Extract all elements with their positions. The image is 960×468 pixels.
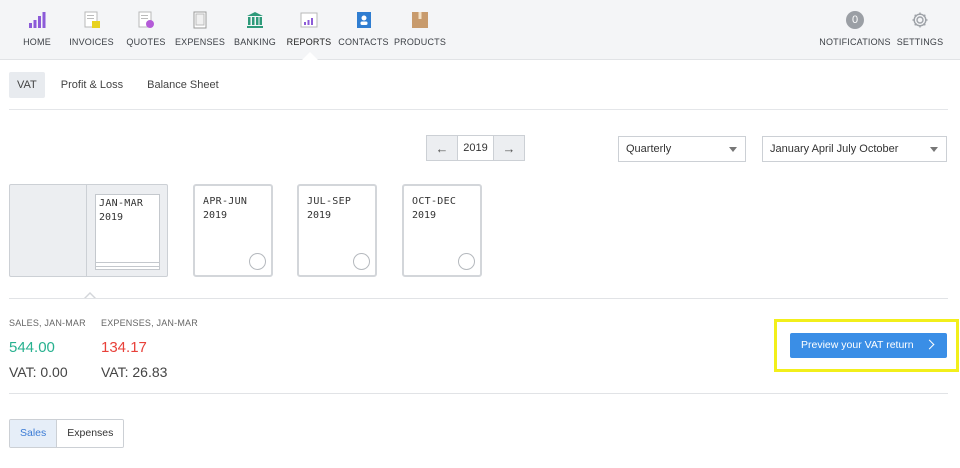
quarter-card-oct-dec[interactable]: OCT-DEC 2019 <box>402 184 482 277</box>
nav-quotes-label: QUOTES <box>126 37 166 47</box>
notifications-button[interactable]: 0 NOTIFICATIONS <box>819 0 891 60</box>
sales-value: 544.00 <box>9 339 55 356</box>
nav-reports[interactable]: REPORTS <box>286 0 332 60</box>
arrow-left-icon: ← <box>435 140 449 156</box>
expenses-value: 134.17 <box>101 339 147 356</box>
tab-vat[interactable]: VAT <box>9 72 45 98</box>
nav-contacts-label: CONTACTS <box>338 37 389 47</box>
quarter-title: OCT-DEC <box>412 196 457 207</box>
months-value: January April July October <box>770 143 899 155</box>
months-select[interactable]: January April July October <box>762 136 947 162</box>
expenses-icon <box>191 11 209 29</box>
year-picker: ← 2019 → <box>426 135 525 161</box>
home-bars-icon <box>28 11 46 29</box>
selected-quarter-pointer-inner <box>84 294 96 300</box>
nav-expenses-label: EXPENSES <box>174 37 226 47</box>
caret-down-icon <box>930 147 938 152</box>
preview-vat-return-button[interactable]: Preview your VAT return <box>790 333 947 358</box>
bank-icon <box>246 11 264 29</box>
quarter-status-circle-icon <box>249 253 266 270</box>
gear-icon <box>911 11 929 29</box>
quarter-status-circle-icon <box>353 253 370 270</box>
quarter-title: APR-JUN <box>203 196 248 207</box>
sheet-stack-line <box>95 264 160 267</box>
tab-profit-loss[interactable]: Profit & Loss <box>53 72 131 98</box>
nav-home[interactable]: HOME <box>19 0 55 60</box>
quarter-title: JAN-MAR <box>99 198 144 209</box>
invoices-icon <box>83 11 101 29</box>
contacts-icon <box>355 11 373 29</box>
sheet-stack-line <box>95 260 160 263</box>
preview-button-label: Preview your VAT return <box>801 339 914 351</box>
reports-icon <box>300 11 318 29</box>
nav-contacts[interactable]: CONTACTS <box>338 0 389 60</box>
quarter-card-jul-sep[interactable]: JUL-SEP 2019 <box>297 184 377 277</box>
nav-banking-label: BANKING <box>234 37 276 47</box>
tab-balance-sheet[interactable]: Balance Sheet <box>139 72 227 98</box>
top-navigation: HOME INVOICES QUOTES EXPENSES BANKING RE… <box>0 0 960 60</box>
tab-sales[interactable]: Sales <box>10 420 58 447</box>
year-value: 2019 <box>457 136 494 160</box>
quarter-year: 2019 <box>412 210 437 221</box>
active-nav-pointer <box>302 52 318 60</box>
quarter-year: 2019 <box>99 212 124 223</box>
nav-reports-label: REPORTS <box>286 37 332 47</box>
nav-home-label: HOME <box>23 37 51 47</box>
notifications-label: NOTIFICATIONS <box>819 37 891 47</box>
divider <box>9 298 948 299</box>
arrow-right-icon: → <box>502 140 516 156</box>
sales-label: SALES, JAN-MAR <box>9 318 86 328</box>
quarter-year: 2019 <box>203 210 228 221</box>
expenses-vat: VAT: 26.83 <box>101 364 168 380</box>
divider <box>9 393 948 394</box>
frequency-select[interactable]: Quarterly <box>618 136 746 162</box>
sales-vat: VAT: 0.00 <box>9 364 68 380</box>
nav-invoices[interactable]: INVOICES <box>68 0 115 60</box>
quarter-sheet-jan-mar[interactable]: JAN-MAR 2019 <box>95 194 160 270</box>
quarter-title: JUL-SEP <box>307 196 352 207</box>
card-divider <box>86 185 87 276</box>
frequency-value: Quarterly <box>626 143 672 155</box>
quotes-icon <box>137 11 155 29</box>
notifications-badge-icon: 0 <box>846 11 864 29</box>
divider <box>9 109 948 110</box>
report-subtabs: VAT Profit & Loss Balance Sheet <box>9 72 235 98</box>
nav-banking[interactable]: BANKING <box>234 0 276 60</box>
quarter-year: 2019 <box>307 210 332 221</box>
next-year-button[interactable]: → <box>494 136 524 160</box>
caret-down-icon <box>729 147 737 152</box>
nav-products[interactable]: PRODUCTS <box>393 0 447 60</box>
previous-year-button[interactable]: ← <box>427 136 457 160</box>
nav-quotes[interactable]: QUOTES <box>126 0 166 60</box>
tab-expenses[interactable]: Expenses <box>57 420 124 447</box>
quarter-card-apr-jun[interactable]: APR-JUN 2019 <box>193 184 273 277</box>
quarter-status-circle-icon <box>458 253 475 270</box>
products-icon <box>411 11 429 29</box>
sales-expenses-toggle: Sales Expenses <box>9 419 125 448</box>
settings-label: SETTINGS <box>896 37 944 47</box>
settings-button[interactable]: SETTINGS <box>896 0 944 60</box>
nav-expenses[interactable]: EXPENSES <box>174 0 226 60</box>
expenses-label: EXPENSES, JAN-MAR <box>101 318 198 328</box>
nav-products-label: PRODUCTS <box>393 37 447 47</box>
nav-invoices-label: INVOICES <box>69 37 114 47</box>
chevron-right-icon <box>924 339 935 350</box>
